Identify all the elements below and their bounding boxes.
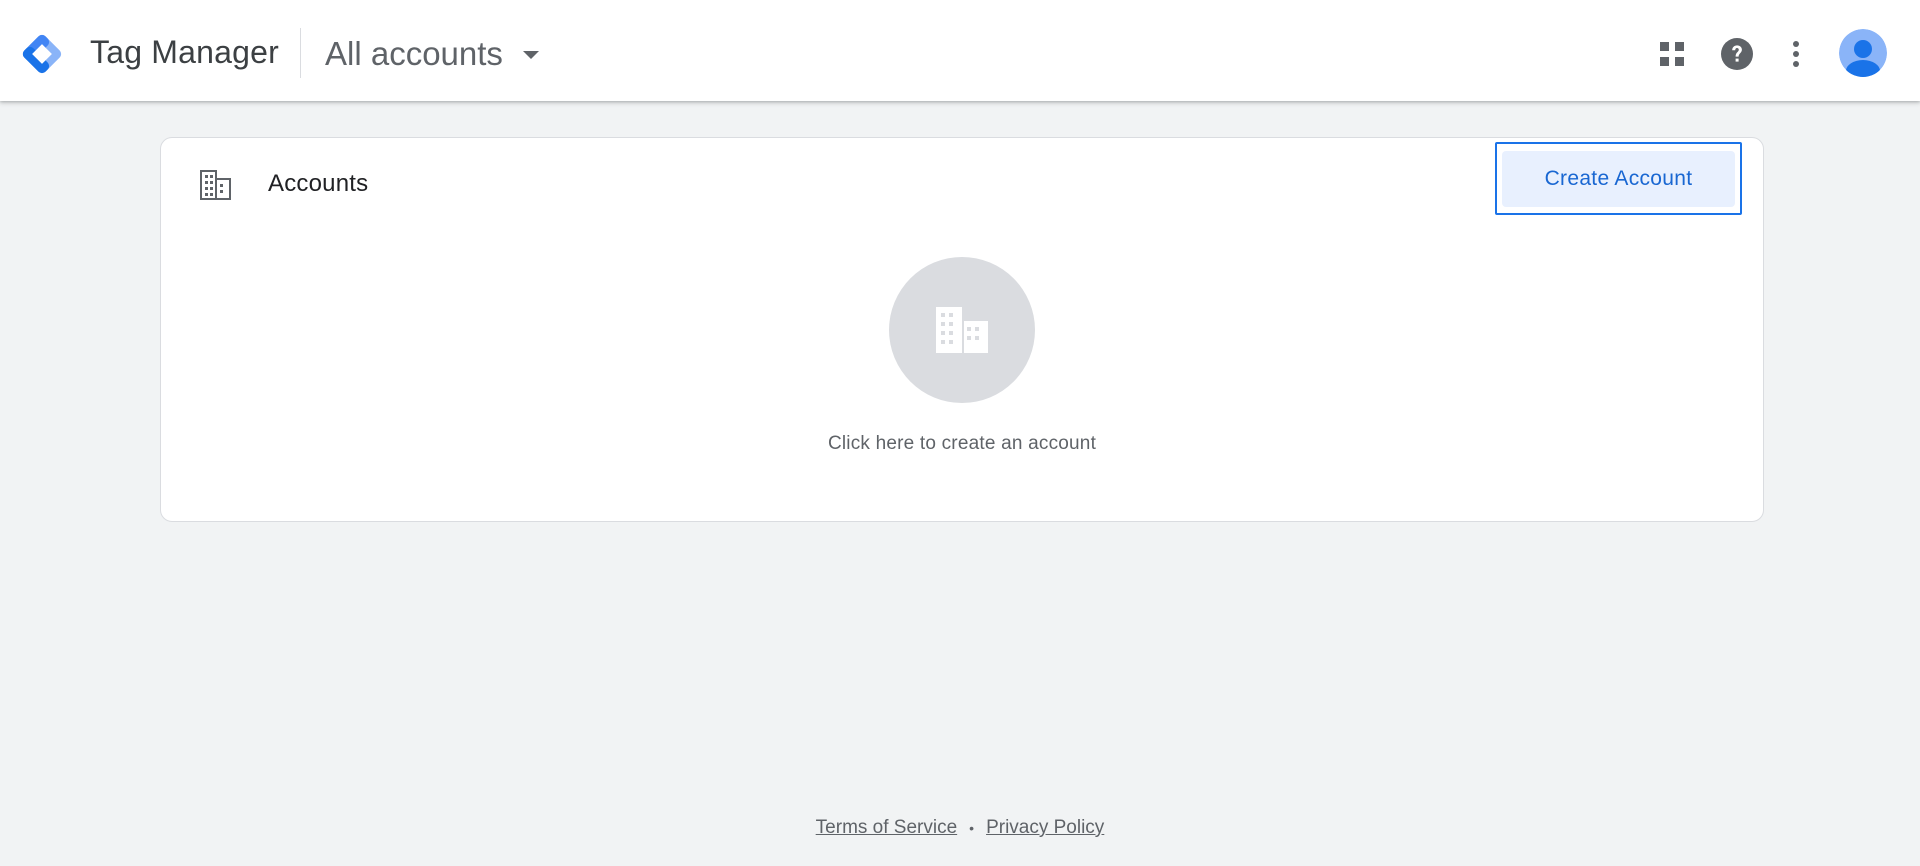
empty-state-text[interactable]: Click here to create an account: [828, 433, 1096, 455]
terms-of-service-link[interactable]: Terms of Service: [816, 817, 957, 839]
empty-state: Click here to create an account: [161, 257, 1763, 455]
building-icon: [199, 168, 233, 202]
help-icon[interactable]: [1713, 30, 1761, 78]
footer-separator: •: [969, 820, 975, 836]
footer: Terms of Service • Privacy Policy: [0, 817, 1920, 839]
more-vert-icon[interactable]: [1772, 30, 1820, 78]
top-app-bar: Tag Manager All accounts: [0, 0, 1920, 101]
accounts-card: Accounts Create Account Click here to cr…: [160, 137, 1764, 522]
empty-state-building-icon[interactable]: [889, 257, 1035, 403]
create-account-focus-ring: Create Account: [1495, 142, 1742, 215]
privacy-policy-link[interactable]: Privacy Policy: [986, 817, 1104, 839]
header-divider: [300, 28, 301, 78]
account-switcher-label: All accounts: [325, 35, 503, 72]
account-switcher[interactable]: All accounts: [315, 26, 549, 82]
avatar-icon[interactable]: [1839, 29, 1887, 77]
card-title: Accounts: [268, 170, 369, 197]
product-name: Tag Manager: [90, 34, 279, 70]
create-account-button[interactable]: Create Account: [1502, 150, 1735, 207]
apps-grid-icon[interactable]: [1648, 30, 1696, 78]
tag-manager-logo-icon[interactable]: [18, 30, 66, 78]
caret-down-icon: [522, 51, 539, 59]
